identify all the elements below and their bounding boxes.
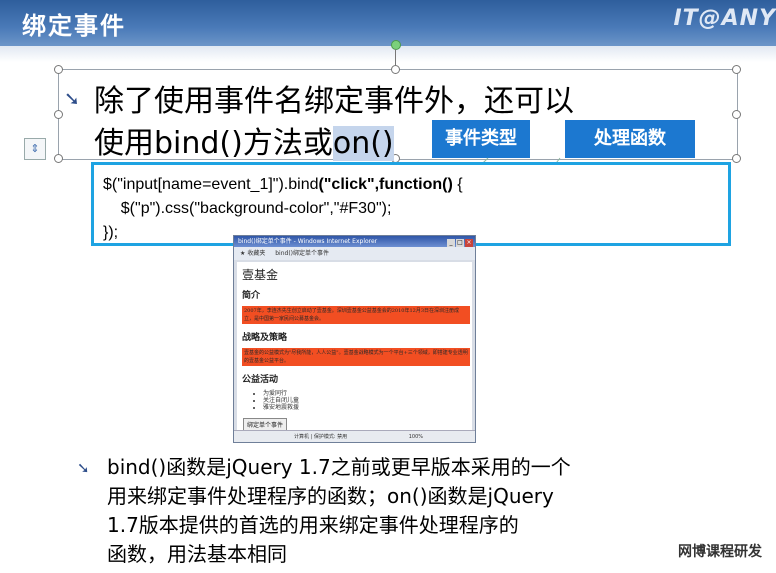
activity-item: 为爱同行 xyxy=(263,390,299,397)
window-controls: _ □ × xyxy=(446,237,473,248)
browser-title: bind()绑定单个事件 - Windows Internet Explorer xyxy=(238,238,378,245)
close-icon: × xyxy=(465,239,473,247)
bullet2-paragraph: bind()函数是jQuery 1.7之前或更早版本采用的一个 用来绑定事件处理… xyxy=(107,453,571,569)
maximize-icon: □ xyxy=(456,239,464,247)
section-activities: 公益活动 xyxy=(242,375,279,385)
code-line-1: $("input[name=event_1]").bind("click",fu… xyxy=(103,176,463,193)
section-intro: 简介 xyxy=(242,291,261,301)
red-paragraph-1: 2007年，李连杰先生创立启动了壹基金。深圳壹基金公益基金会的2010年12月3… xyxy=(242,306,470,324)
bullet-arrow-icon: ➘ xyxy=(77,459,90,477)
browser-screenshot: bind()绑定单个事件 - Windows Internet Explorer… xyxy=(233,235,476,443)
browser-content: 壹基金 简介 2007年，李连杰先生创立启动了壹基金。深圳壹基金公益基金会的20… xyxy=(237,262,472,431)
browser-titlebar: bind()绑定单个事件 - Windows Internet Explorer… xyxy=(234,236,475,247)
activity-list: 为爱同行 关注自闭儿童 雅安地震救援 xyxy=(255,390,299,411)
code-line-2: $("p").css("background-color","#F30"); xyxy=(103,200,392,217)
browser-tabbar: ★ 收藏夹 bind()绑定单个事件 xyxy=(234,247,475,260)
zoom-level: 100% xyxy=(408,434,424,440)
bullet2-line: bind()函数是jQuery 1.7之前或更早版本采用的一个 xyxy=(107,455,571,479)
bullet2-line: 1.7版本提供的首选的用来绑定事件处理程序的 xyxy=(107,513,519,537)
bullet2-line: 用来绑定事件处理程序的函数；on()函数是jQuery xyxy=(107,484,554,508)
red-paragraph-2: 壹基金的公益模式为"尽我所能，人人公益"。壹基金战略模式为一个平台+三个领域，即… xyxy=(242,348,470,366)
section-strategy: 战略及策略 xyxy=(242,333,288,343)
bullet2-line: 函数，用法基本相同 xyxy=(107,542,287,566)
code-block: $("input[name=event_1]").bind("click",fu… xyxy=(91,162,731,246)
page-tab-label: bind()绑定单个事件 xyxy=(275,250,330,257)
favorites-star-icon: ★ xyxy=(240,250,246,257)
footer-credit: 网博课程研发 xyxy=(678,544,762,560)
status-text: 计算机 | 保护模式: 禁用 xyxy=(294,434,348,440)
favorites-label: 收藏夹 xyxy=(247,250,266,257)
browser-statusbar: 计算机 | 保护模式: 禁用 100% xyxy=(234,430,475,442)
minimize-icon: _ xyxy=(447,239,455,247)
page-heading: 壹基金 xyxy=(242,268,279,282)
activity-item: 关注自闭儿童 xyxy=(263,397,299,404)
activity-item: 雅安地震救援 xyxy=(263,404,299,411)
